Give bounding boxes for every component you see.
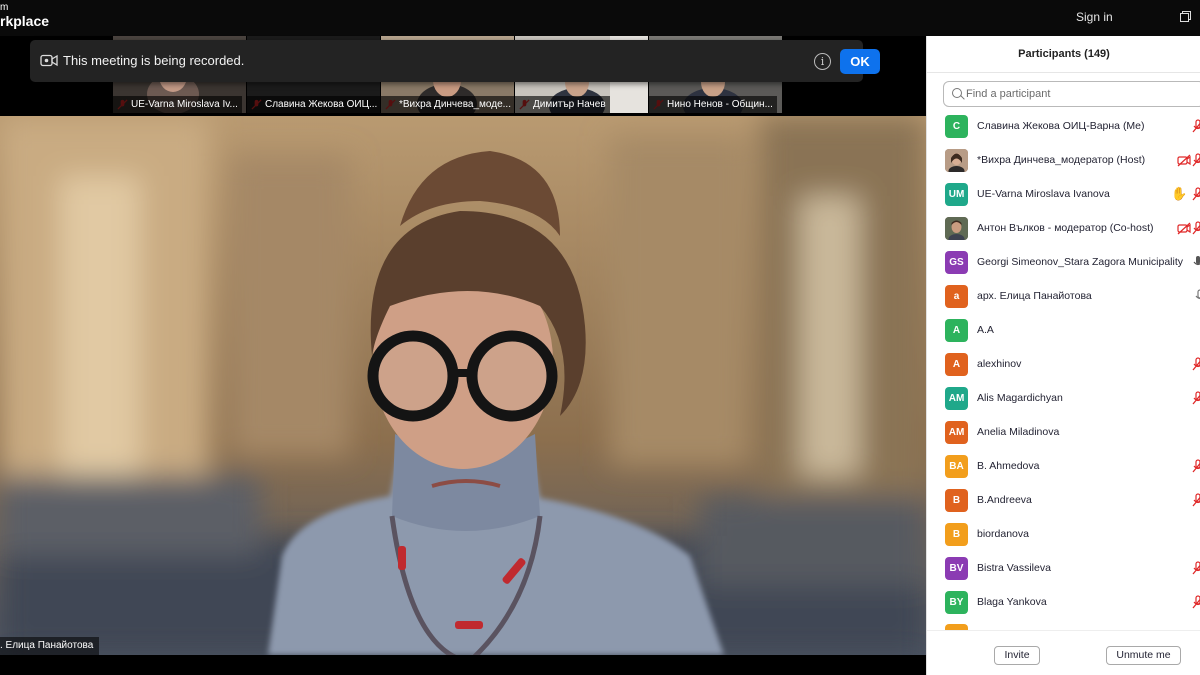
avatar: С [945,115,968,138]
participant-name: Bistra Vassileva [977,562,1051,574]
avatar-photo [945,149,968,172]
recording-banner: This meeting is being recorded. i OK [30,40,880,82]
avatar: B [945,489,968,512]
mic-muted-icon[interactable] [1191,493,1200,507]
participant-name: Georgi Simeonov_Stara Zagora Municipalit… [977,256,1184,268]
video-off-icon[interactable] [1177,221,1191,235]
participant-row[interactable]: *Вихра Динчева_модератор (Host) [927,144,1200,178]
mic-active-icon[interactable] [1191,255,1200,269]
mic-muted-icon[interactable] [1191,459,1200,473]
divider [927,72,1200,73]
sign-in-link[interactable]: Sign in [1076,10,1113,24]
video-off-icon[interactable] [1177,153,1191,167]
participant-search[interactable] [943,81,1200,107]
participant-row[interactable]: BY Blaga Yankova [927,586,1200,620]
zoom-window: m rkplace Sign in UE-Varna Miroslava Iv.… [0,0,1200,675]
participant-list[interactable]: С Славина Жекова ОИЦ-Варна (Me) *Вихра Д… [927,110,1200,630]
mic-muted-icon[interactable] [1191,391,1200,405]
avatar: AM [945,387,968,410]
divider [927,630,1200,631]
participant-name: Славина Жекова ОИЦ-Варна (Me) [977,120,1145,132]
avatar: BV [945,557,968,580]
mic-muted-icon[interactable] [1191,561,1200,575]
mic-muted-icon[interactable] [1191,187,1200,201]
mic-muted-icon[interactable] [1191,153,1200,167]
avatar: AM [945,421,968,444]
raise-hand-icon: ✋ [1171,186,1188,201]
participant-name: арх. Елица Панайотова [977,290,1092,302]
avatar [945,217,968,240]
avatar-photo [945,217,968,240]
avatar: GS [945,251,968,274]
thumbnail-name: Нино Ненов - Общин... [649,96,777,113]
participant-name: B.Andreeva [977,494,1032,506]
avatar: A [945,353,968,376]
thumbnail-name: Славина Жекова ОИЦ... [247,96,380,113]
mic-muted-icon[interactable] [1191,119,1200,133]
participant-row[interactable]: A alexhinov [927,348,1200,382]
unmute-me-button[interactable]: Unmute me [1106,646,1181,665]
participant-row[interactable]: AM Alis Magardichyan [927,382,1200,416]
avatar: A [945,319,968,342]
mic-on-icon[interactable] [1193,289,1200,303]
video-record-icon [40,54,58,67]
logo-text-main: rkplace [0,13,50,29]
avatar: UM [945,183,968,206]
invite-button[interactable]: Invite [994,646,1040,665]
video-area: UE-Varna Miroslava Iv... Славина Жекова … [0,36,926,675]
title-bar: m rkplace Sign in [0,0,1200,36]
app-logo: m rkplace [0,2,50,29]
participant-name: *Вихра Динчева_модератор (Host) [977,154,1146,166]
avatar: B [945,523,968,546]
participant-row[interactable]: С Славина Жекова ОИЦ-Варна (Me) [927,110,1200,144]
participant-row[interactable]: GS Georgi Simeonov_Stara Zagora Municipa… [927,246,1200,280]
thumbnail-name: Димитър Начев [515,96,610,113]
participant-name: biordanova [977,528,1029,540]
search-input[interactable] [966,85,1196,103]
avatar: BY [945,591,968,614]
participant-name: Alis Magardichyan [977,392,1063,404]
participant-row[interactable]: A A.A [927,314,1200,348]
speaker-name-label: . Елица Панайотова [0,637,100,655]
speaker-video-frame [0,116,926,655]
participant-row[interactable]: B biordanova [927,518,1200,552]
avatar: a [945,285,968,308]
avatar: BA [945,455,968,478]
mic-muted-icon[interactable] [1191,595,1200,609]
info-icon[interactable]: i [814,53,831,70]
participant-row[interactable]: AM Anelia Miladinova [927,416,1200,450]
avatar [945,149,968,172]
participant-name: B. Ahmedova [977,460,1040,472]
logo-text-top: m [0,2,9,13]
ok-button[interactable]: OK [840,49,880,74]
thumbnail-name: *Вихра Динчева_моде... [381,96,514,113]
thumbnail-name: UE-Varna Miroslava Iv... [113,96,242,113]
recording-notice-text: This meeting is being recorded. [63,53,245,68]
participant-row[interactable]: BV Bistra Vassileva [927,552,1200,586]
participant-name: Anelia Miladinova [977,426,1060,438]
participant-name: Blaga Yankova [977,596,1047,608]
participants-panel: Participants (149) С Славина Жекова ОИЦ-… [926,36,1200,675]
participant-name: UE-Varna Miroslava Ivanova [977,188,1110,200]
participant-name: Антон Вълков - модератор (Co-host) [977,222,1154,234]
participant-row[interactable]: B B.Andreeva [927,484,1200,518]
participant-row[interactable]: UM UE-Varna Miroslava Ivanova ✋ [927,178,1200,212]
participant-row[interactable]: BA B. Ahmedova [927,450,1200,484]
participant-row[interactable]: Антон Вълков - модератор (Co-host) [927,212,1200,246]
active-speaker-video: . Елица Панайотова [0,116,926,655]
mic-muted-icon[interactable] [1191,357,1200,371]
participant-row[interactable]: a арх. Елица Панайотова [927,280,1200,314]
participant-name: alexhinov [977,358,1022,370]
restore-window-icon[interactable] [1176,8,1196,26]
participants-title: Participants (149) [1018,48,1110,60]
mic-muted-icon[interactable] [1191,221,1200,235]
participant-name: A.A [977,324,994,336]
